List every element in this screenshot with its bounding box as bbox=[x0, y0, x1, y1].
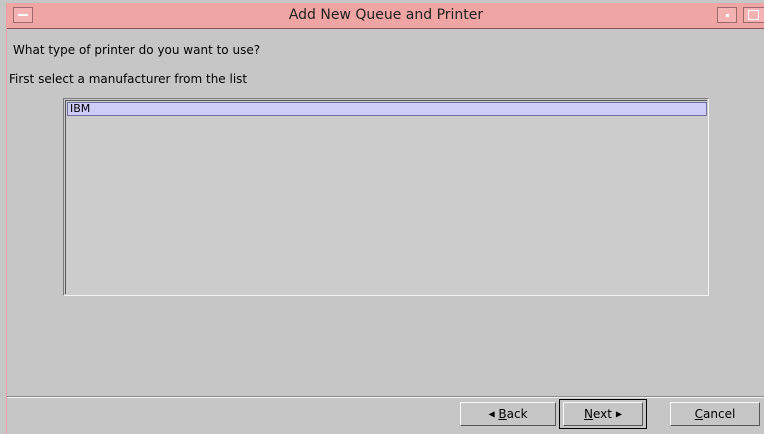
next-mnemonic: N bbox=[584, 407, 593, 421]
back-button[interactable]: ◀ Back bbox=[460, 402, 556, 426]
title-bar[interactable]: Add New Queue and Printer bbox=[7, 3, 764, 29]
cancel-label: ancel bbox=[703, 407, 736, 421]
triangle-left-icon: ◀ bbox=[488, 409, 495, 419]
list-viewport: IBM bbox=[65, 100, 707, 294]
button-separator bbox=[7, 396, 764, 398]
next-button[interactable]: Next ▶ bbox=[563, 402, 643, 426]
minimize-button[interactable] bbox=[717, 7, 737, 23]
manufacturer-list[interactable]: IBM bbox=[63, 98, 709, 296]
window-title: Add New Queue and Printer bbox=[288, 7, 484, 23]
list-item-ibm[interactable]: IBM bbox=[67, 102, 707, 116]
cancel-mnemonic: C bbox=[694, 407, 704, 421]
instruction-label: First select a manufacturer from the lis… bbox=[9, 72, 248, 86]
question-label: What type of printer do you want to use? bbox=[13, 43, 261, 57]
minimize-icon bbox=[726, 14, 729, 17]
maximize-icon bbox=[748, 10, 759, 20]
back-label: ack bbox=[506, 407, 528, 421]
dialog-window: Add New Queue and Printer What type of p… bbox=[6, 3, 764, 434]
cancel-button[interactable]: Cancel bbox=[670, 402, 760, 426]
maximize-button[interactable] bbox=[743, 7, 764, 23]
triangle-right-icon: ▶ bbox=[615, 409, 622, 419]
next-label: ext bbox=[593, 407, 612, 421]
back-mnemonic: B bbox=[498, 407, 507, 421]
